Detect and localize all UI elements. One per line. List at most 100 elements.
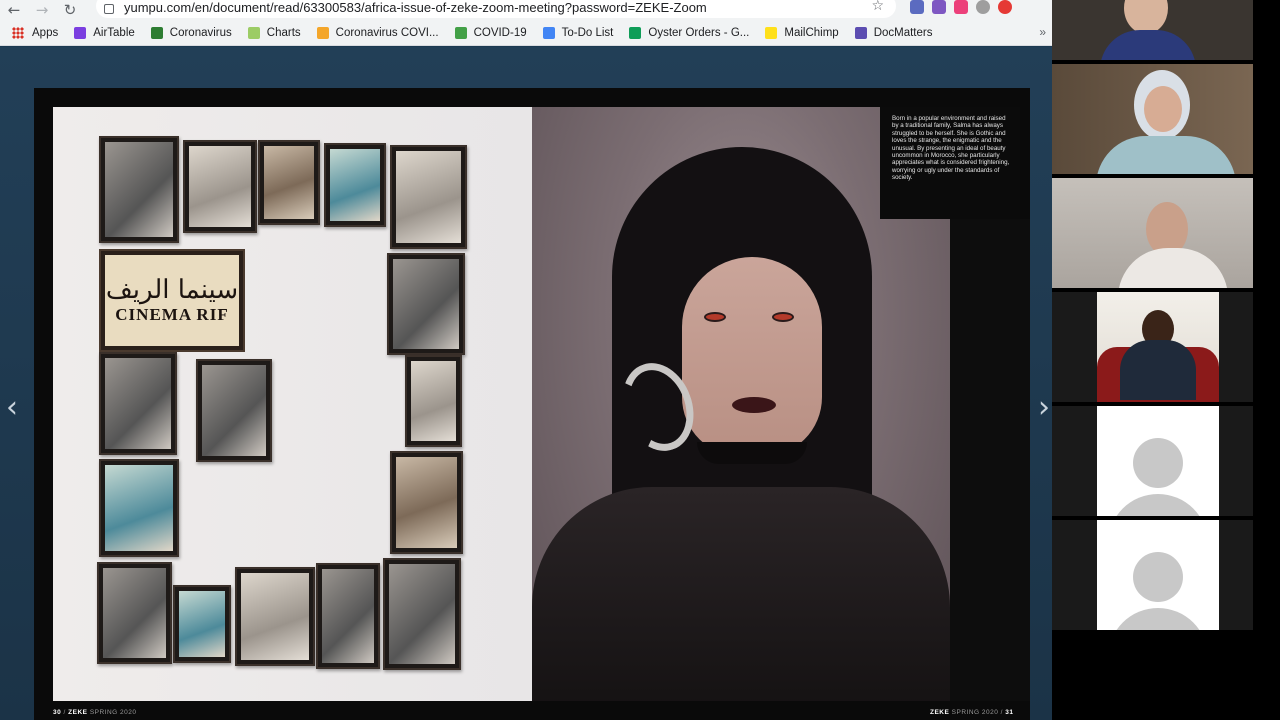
folio-left-brand: ZEKE — [68, 709, 88, 716]
portrait-lips — [732, 397, 776, 413]
bookmark-label: To-Do List — [561, 26, 614, 39]
photo-frame — [97, 562, 172, 664]
apps-grid-icon — [12, 26, 24, 39]
bookmark-label: COVID-19 — [473, 26, 527, 39]
previous-page-button[interactable]: ‹ — [6, 390, 18, 425]
portrait-choker — [697, 442, 807, 464]
bookmark-label: Coronavirus COVI... — [335, 26, 439, 39]
bookmark-item[interactable]: COVID-19 — [454, 26, 527, 39]
photo-frame — [235, 567, 315, 666]
photo-frame — [258, 140, 320, 225]
back-button[interactable]: ← — [0, 0, 28, 20]
address-bar[interactable]: yumpu.com/en/document/read/63300583/afri… — [96, 0, 896, 18]
photo-frame — [99, 352, 177, 455]
photo-frame — [173, 585, 231, 663]
participant-video-tile[interactable] — [1052, 178, 1253, 288]
globe-icon — [454, 26, 467, 39]
photo-frame — [99, 136, 179, 243]
charts-icon — [247, 26, 260, 39]
leaf-icon — [150, 26, 163, 39]
bookmark-item[interactable]: MailChimp — [765, 26, 839, 39]
photo-frame — [390, 451, 463, 554]
folio-left-page: 30 — [53, 709, 62, 716]
folio-right-page: 31 — [1005, 709, 1014, 716]
participant-shirt — [1096, 136, 1236, 174]
folio-left: 30 / ZEKE SPRING 2020 — [53, 709, 137, 716]
photo-frame — [196, 359, 272, 462]
participant-shirt — [1100, 30, 1196, 60]
photo-frame — [387, 253, 465, 355]
photo-frame — [383, 558, 461, 670]
bookmark-item[interactable]: Oyster Orders - G... — [629, 26, 750, 39]
bookmark-label: MailChimp — [784, 26, 839, 39]
cinema-sign-latin: CINEMA RIF — [115, 304, 229, 324]
bookmark-item[interactable]: To-Do List — [542, 26, 614, 39]
participant-head — [1124, 0, 1168, 34]
extension-icon[interactable] — [998, 0, 1012, 14]
participant-avatar-tile[interactable] — [1052, 406, 1253, 516]
participant-avatar — [1097, 520, 1219, 630]
participant-face — [1144, 86, 1182, 132]
bookmark-item[interactable]: Coronavirus — [150, 26, 232, 39]
caption-box: Born in a popular environment and raised… — [880, 107, 1020, 219]
bookmark-label: Charts — [266, 26, 301, 39]
mailchimp-icon — [765, 26, 778, 39]
extension-icons — [910, 0, 1012, 14]
extension-icon[interactable] — [932, 0, 946, 14]
lock-icon — [104, 4, 114, 14]
toolbar: ← → ↻ yumpu.com/en/document/read/6330058… — [0, 0, 1052, 20]
bookmarks-bar: Apps AirTable Coronavirus Charts Coronavirus… — [0, 20, 1052, 46]
cinema-rif-sign: سينما الريف CINEMA RIF — [99, 249, 245, 352]
folio-right: ZEKE SPRING 2020 / 31 — [930, 709, 1014, 716]
folio-right-brand: ZEKE — [930, 709, 950, 716]
portrait-eye — [772, 312, 794, 322]
avatar-head-icon — [1133, 438, 1183, 488]
folio-left-issue: SPRING 2020 — [89, 709, 137, 716]
bookmark-label: AirTable — [93, 26, 135, 39]
bookmark-item[interactable]: Apps — [12, 26, 59, 39]
reload-button[interactable]: ↻ — [56, 0, 84, 20]
portrait-face — [682, 257, 822, 457]
bookmark-item[interactable]: Coronavirus COVI... — [316, 26, 439, 39]
bookmark-item[interactable]: Charts — [247, 26, 301, 39]
portrait-shirt — [532, 487, 950, 701]
airtable-icon — [74, 26, 87, 39]
extension-icon[interactable] — [976, 0, 990, 14]
bookmark-item[interactable]: AirTable — [74, 26, 135, 39]
extension-icon[interactable] — [910, 0, 924, 14]
doc-icon — [316, 26, 329, 39]
folio-right-issue: SPRING 2020 — [951, 709, 999, 716]
photo-frame — [183, 140, 257, 233]
participant-video-tile[interactable] — [1052, 0, 1253, 60]
extension-icon[interactable] — [954, 0, 968, 14]
cinema-sign-arabic: سينما الريف — [105, 275, 239, 306]
docmatters-icon — [854, 26, 867, 39]
bookmarks-more-button[interactable]: » — [1039, 25, 1046, 39]
participant-shirt — [1120, 340, 1196, 400]
participant-avatar-tile[interactable] — [1052, 520, 1253, 630]
bookmark-label: DocMatters — [873, 26, 933, 39]
bookmark-label: Oyster Orders - G... — [648, 26, 750, 39]
page-margin — [950, 219, 1030, 701]
participant-video-tile[interactable] — [1052, 292, 1253, 402]
portrait-eye — [704, 312, 726, 322]
sheets-icon — [629, 26, 642, 39]
bookmark-item[interactable]: DocMatters — [854, 26, 933, 39]
bookmark-label: Coronavirus — [169, 26, 232, 39]
bookmark-label: Apps — [32, 26, 59, 39]
avatar-head-icon — [1133, 552, 1183, 602]
photo-frame — [405, 355, 462, 447]
participant-video-tile[interactable] — [1052, 64, 1253, 174]
next-page-button[interactable]: › — [1038, 390, 1050, 425]
url-text: yumpu.com/en/document/read/63300583/afri… — [124, 0, 707, 15]
photo-frame — [390, 145, 467, 249]
bookmark-star-icon[interactable]: ☆ — [871, 0, 884, 14]
participant-shirt — [1118, 248, 1228, 288]
left-page-photo — [53, 107, 532, 701]
photo-frame — [99, 459, 179, 557]
forward-button[interactable]: → — [28, 0, 56, 20]
participant-avatar — [1097, 406, 1219, 516]
docs-icon — [542, 26, 555, 39]
avatar-body-icon — [1108, 608, 1208, 630]
avatar-body-icon — [1108, 494, 1208, 516]
